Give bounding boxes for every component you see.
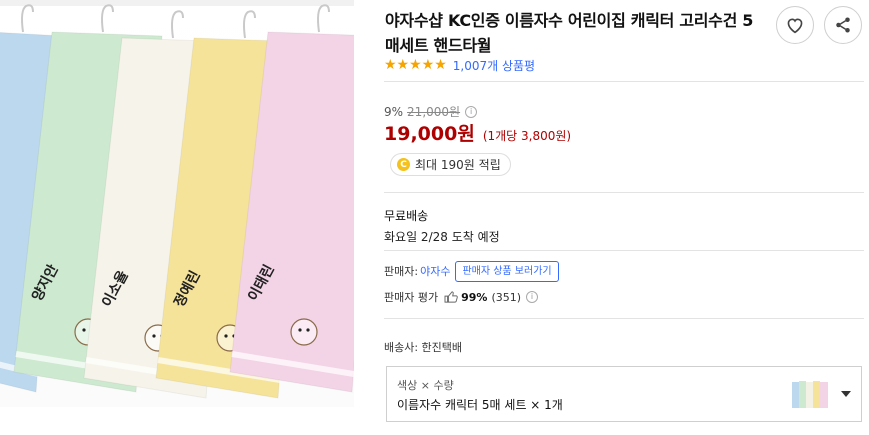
character-patch <box>290 318 318 346</box>
discount-row: 9% 21,000원 i <box>384 103 478 120</box>
rod <box>0 0 354 6</box>
seller-rating-count: (351) <box>491 290 522 304</box>
character-eye <box>306 328 310 332</box>
sale-price: 19,000원 <box>384 123 475 145</box>
product-title: 야자수샵 KC인증 이름자수 어린이집 캐릭터 고리수건 5매세트 핸드타월 <box>385 11 754 55</box>
product-info-panel: 야자수샵 KC인증 이름자수 어린이집 캐릭터 고리수건 5매세트 핸드타월 ★… <box>384 0 869 435</box>
info-icon[interactable]: i <box>465 105 478 118</box>
shipping-type: 무료배송 <box>384 209 429 223</box>
divider <box>384 192 864 193</box>
review-count-link[interactable]: 1,007개 상품평 <box>453 57 535 74</box>
character-eye <box>298 328 302 332</box>
info-icon[interactable]: i <box>526 291 539 303</box>
share-icon <box>836 17 850 33</box>
option-label: 색상 × 수량 <box>397 379 454 392</box>
courier-info: 배송사: 한진택배 <box>384 341 463 354</box>
rating-summary[interactable]: ★★★★★ 1,007개 상품평 <box>384 57 535 73</box>
seller-row: 판매자: 야자수 판매자 상품 보러가기 <box>384 260 559 282</box>
hook-loop <box>317 4 330 33</box>
hook-loop <box>171 10 184 39</box>
option-thumbnail <box>792 381 828 408</box>
character-eye <box>224 334 228 338</box>
seller-name-link[interactable]: 야자수 <box>420 263 450 279</box>
seller-label: 판매자: <box>384 265 419 278</box>
wishlist-button[interactable] <box>776 6 814 44</box>
reward-points-text: 최대 190원 적립 <box>415 158 501 172</box>
divider <box>384 250 864 251</box>
divider <box>384 318 864 319</box>
unit-price: (1개당 3,800원) <box>482 129 572 143</box>
hook-loop <box>21 4 34 33</box>
view-seller-products-button[interactable]: 판매자 상품 보러가기 <box>455 260 559 282</box>
seller-rating-percent: 99% <box>461 290 488 304</box>
character-eye <box>82 328 86 332</box>
towel-illustration: 양지안 이소율 정예린 이태린 <box>0 0 354 399</box>
option-selector[interactable]: 색상 × 수량 이름자수 캐릭터 5매 세트 × 1개 <box>386 366 862 422</box>
original-price: 21,000원 <box>407 105 461 119</box>
product-main-image[interactable]: 양지안 이소율 정예린 이태린 <box>0 0 354 407</box>
option-value: 이름자수 캐릭터 5매 세트 × 1개 <box>397 398 563 412</box>
divider <box>384 81 864 82</box>
delivery-eta: 화요일 2/28 도착 예정 <box>384 230 500 244</box>
chevron-down-icon <box>841 391 851 397</box>
thumbs-up-icon <box>444 291 458 303</box>
hook-loop <box>243 10 256 39</box>
character-eye <box>152 334 156 338</box>
hook-loop <box>101 4 114 33</box>
star-rating-icon: ★★★★★ <box>384 57 447 73</box>
seller-rating-label: 판매자 평가 <box>384 291 439 304</box>
heart-icon <box>787 18 803 34</box>
sale-price-row: 19,000원 (1개당 3,800원) <box>384 119 571 146</box>
coin-icon: C <box>397 158 410 171</box>
discount-rate: 9% <box>384 104 404 119</box>
share-button[interactable] <box>824 6 862 44</box>
seller-rating-row: 판매자 평가 99% (351) i <box>384 289 539 305</box>
reward-points-badge: C 최대 190원 적립 <box>390 153 511 176</box>
